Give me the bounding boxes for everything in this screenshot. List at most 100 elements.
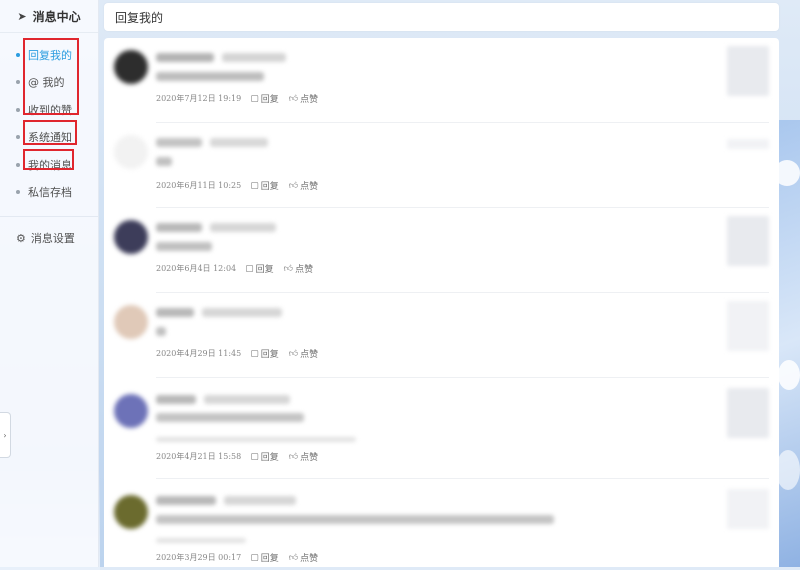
avatar[interactable] — [114, 305, 148, 339]
paper-plane-icon: ➤ — [17, 9, 27, 23]
page-title-bar: 回复我的 — [104, 3, 779, 31]
message-meta: 2020年4月21日 15:58 ▢ 回复 👍︎ 点赞 — [156, 450, 328, 464]
blurred-username — [156, 138, 268, 147]
reply-label: 回复 — [260, 95, 279, 105]
highlight-box — [23, 149, 74, 170]
message-item: 2020年4月21日 15:58 ▢ 回复 👍︎ 点赞 — [104, 378, 779, 479]
speech-bubble-icon: ▢ — [245, 263, 254, 274]
avatar[interactable] — [114, 50, 148, 84]
message-date: 2020年4月29日 11:45 — [156, 349, 242, 358]
message-date: 2020年7月12日 19:19 — [156, 94, 242, 103]
bullet-dot-icon — [16, 190, 20, 195]
gear-icon: ⚙ — [16, 231, 26, 245]
like-label: 点赞 — [300, 554, 319, 564]
message-item: 2020年6月11日 10:25 ▢ 回复 👍︎ 点赞 — [104, 123, 779, 208]
like-button[interactable]: 👍︎ 点赞 — [288, 450, 319, 464]
content-thumbnail[interactable] — [727, 301, 769, 351]
blurred-content — [156, 325, 166, 339]
reply-button[interactable]: ▢ 回复 — [250, 179, 279, 193]
thumbs-up-icon: 👍︎ — [288, 552, 299, 563]
content-thumbnail[interactable] — [727, 216, 769, 266]
like-button[interactable]: 👍︎ 点赞 — [288, 347, 319, 361]
highlight-box — [23, 38, 79, 115]
message-date: 2020年6月4日 12:04 — [156, 264, 237, 273]
highlight-box — [23, 120, 77, 145]
bullet-dot-icon — [16, 107, 20, 112]
blurred-username — [156, 395, 290, 404]
message-item: 2020年6月4日 12:04 ▢ 回复 👍︎ 点赞 — [104, 208, 779, 293]
page-title: 回复我的 — [115, 10, 164, 25]
blurred-username — [156, 496, 296, 505]
thumbs-up-icon: 👍︎ — [288, 180, 299, 191]
blurred-username — [156, 223, 276, 232]
blurred-content — [156, 155, 172, 169]
speech-bubble-icon: ▢ — [250, 93, 259, 104]
bullet-dot-icon — [16, 52, 20, 57]
message-list: 2020年7月12日 19:19 ▢ 回复 👍︎ 点赞 2020年6月11日 10:… — [104, 38, 779, 567]
bullet-dot-icon — [16, 162, 20, 167]
message-meta: 2020年6月11日 10:25 ▢ 回复 👍︎ 点赞 — [156, 179, 328, 193]
content-thumbnail[interactable] — [727, 388, 769, 438]
blurred-quote — [156, 532, 246, 546]
sidebar-title-label: 消息中心 — [32, 9, 81, 24]
speech-bubble-icon: ▢ — [250, 180, 259, 191]
blurred-content — [156, 240, 212, 254]
avatar[interactable] — [114, 394, 148, 428]
like-label: 点赞 — [300, 350, 319, 360]
blurred-content — [156, 411, 304, 425]
speech-bubble-icon: ▢ — [250, 552, 259, 563]
reply-label: 回复 — [255, 265, 274, 275]
like-button[interactable]: 👍︎ 点赞 — [288, 179, 319, 193]
like-label: 点赞 — [295, 265, 314, 275]
message-date: 2020年3月29日 00:17 — [156, 553, 242, 562]
like-label: 点赞 — [300, 95, 319, 105]
like-button[interactable]: 👍︎ 点赞 — [283, 262, 314, 276]
sidebar-item-message-settings[interactable]: ⚙ 消息设置 — [0, 227, 98, 249]
reply-button[interactable]: ▢ 回复 — [250, 551, 279, 565]
collapse-handle[interactable]: › — [0, 412, 11, 458]
bullet-dot-icon — [16, 135, 20, 140]
sidebar-settings-label: 消息设置 — [30, 232, 75, 245]
avatar[interactable] — [114, 135, 148, 169]
blurred-username — [156, 308, 282, 317]
avatar[interactable] — [114, 495, 148, 529]
thumbs-up-icon: 👍︎ — [288, 93, 299, 104]
content-thumbnail[interactable] — [727, 46, 769, 96]
message-meta: 2020年6月4日 12:04 ▢ 回复 👍︎ 点赞 — [156, 262, 323, 276]
message-date: 2020年4月21日 15:58 — [156, 452, 242, 461]
blurred-content — [156, 513, 554, 527]
message-item: 2020年4月29日 11:45 ▢ 回复 👍︎ 点赞 — [104, 293, 779, 378]
message-meta: 2020年7月12日 19:19 ▢ 回复 👍︎ 点赞 — [156, 92, 328, 106]
like-label: 点赞 — [300, 182, 319, 192]
message-meta: 2020年4月29日 11:45 ▢ 回复 👍︎ 点赞 — [156, 347, 328, 361]
message-meta: 2020年3月29日 00:17 ▢ 回复 👍︎ 点赞 — [156, 551, 328, 565]
reply-label: 回复 — [260, 453, 279, 463]
content-thumbnail[interactable] — [727, 139, 769, 149]
reply-button[interactable]: ▢ 回复 — [245, 262, 274, 276]
thumbs-up-icon: 👍︎ — [288, 348, 299, 359]
sidebar-divider — [0, 216, 98, 217]
blurred-username — [156, 53, 286, 62]
reply-button[interactable]: ▢ 回复 — [250, 347, 279, 361]
content-thumbnail[interactable] — [727, 489, 769, 529]
like-button[interactable]: 👍︎ 点赞 — [288, 551, 319, 565]
reply-button[interactable]: ▢ 回复 — [250, 92, 279, 106]
reply-label: 回复 — [260, 350, 279, 360]
speech-bubble-icon: ▢ — [250, 451, 259, 462]
like-label: 点赞 — [300, 453, 319, 463]
reply-button[interactable]: ▢ 回复 — [250, 450, 279, 464]
thumbs-up-icon: 👍︎ — [283, 263, 294, 274]
like-button[interactable]: 👍︎ 点赞 — [288, 92, 319, 106]
avatar[interactable] — [114, 220, 148, 254]
blurred-quote — [156, 431, 356, 445]
chevron-right-icon: › — [3, 430, 7, 440]
message-item: 2020年3月29日 00:17 ▢ 回复 👍︎ 点赞 — [104, 479, 779, 567]
blurred-content — [156, 70, 264, 84]
sidebar-item-message-archive[interactable]: 私信存档 — [0, 179, 98, 207]
message-item: 2020年7月12日 19:19 ▢ 回复 👍︎ 点赞 — [104, 38, 779, 123]
bullet-dot-icon — [16, 80, 20, 85]
reply-label: 回复 — [260, 554, 279, 564]
sidebar-title: ➤ 消息中心 — [0, 0, 98, 33]
reply-label: 回复 — [260, 182, 279, 192]
thumbs-up-icon: 👍︎ — [288, 451, 299, 462]
